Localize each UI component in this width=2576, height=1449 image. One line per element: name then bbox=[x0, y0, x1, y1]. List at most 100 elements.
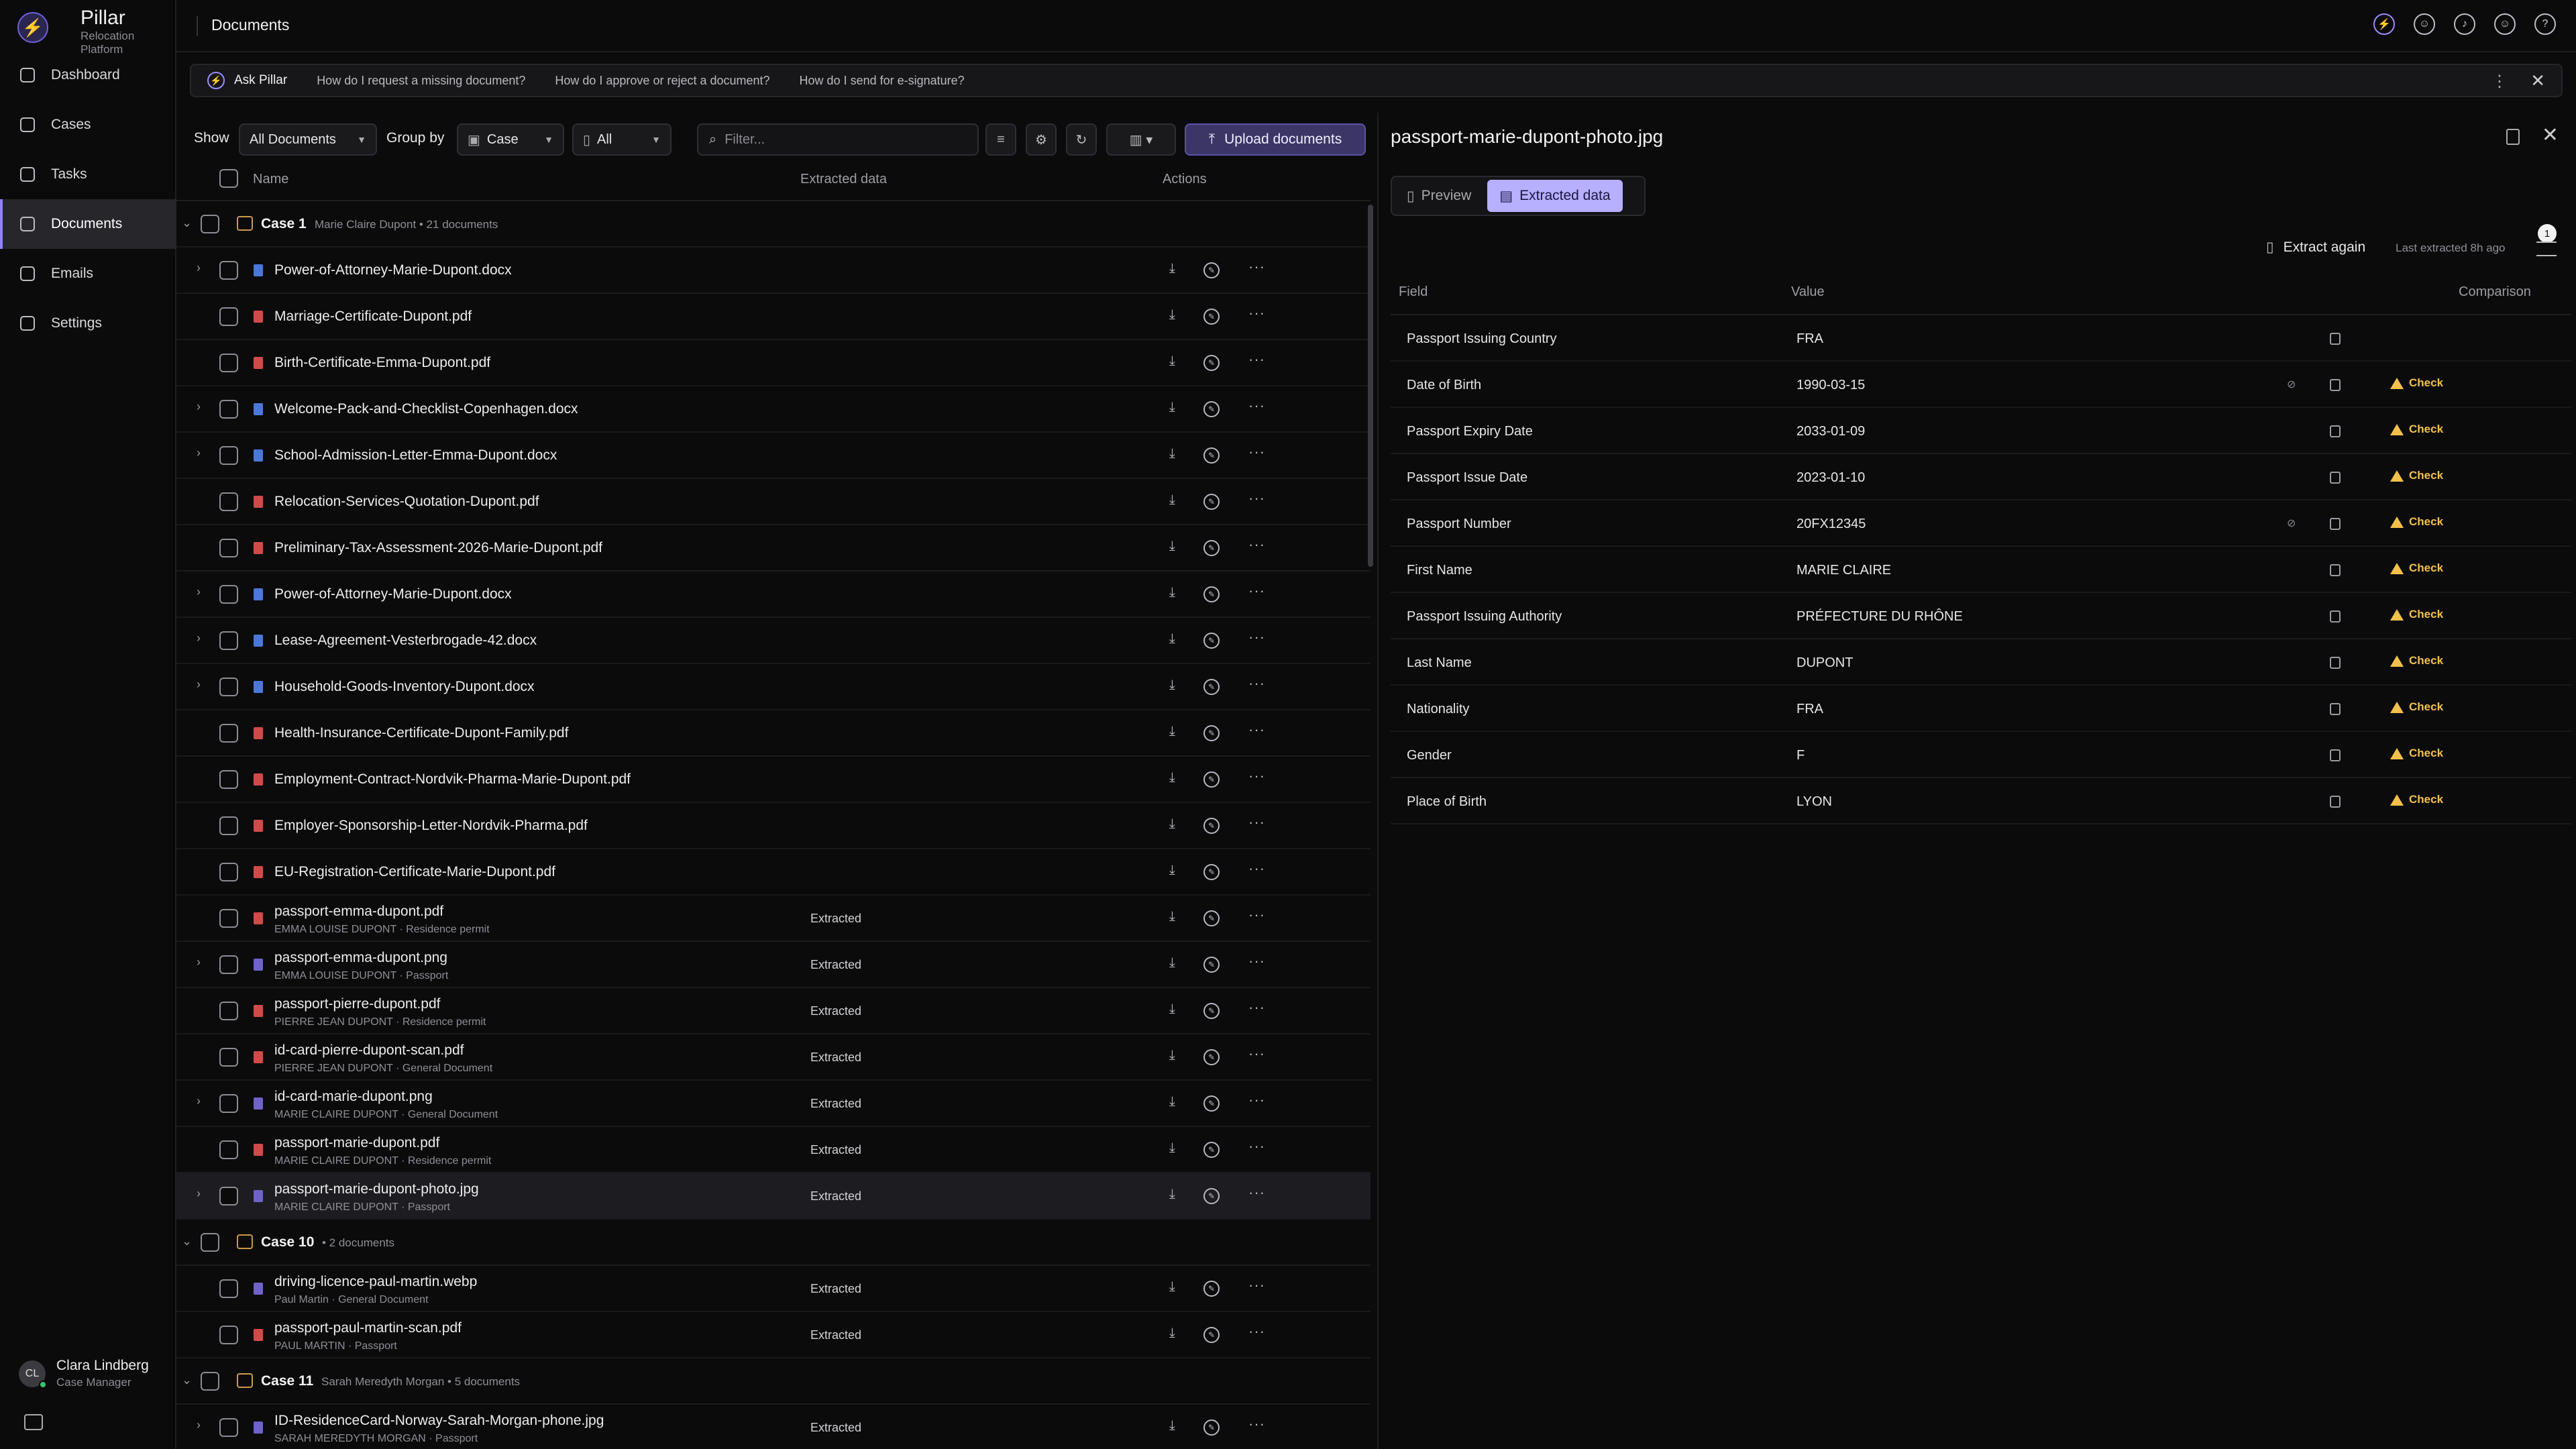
row-checkbox[interactable] bbox=[219, 955, 238, 974]
e-signature-icon[interactable]: ✎ bbox=[1203, 401, 1220, 417]
e-signature-icon[interactable]: ✎ bbox=[1203, 1003, 1220, 1019]
more-horizontal-icon[interactable]: ··· bbox=[1248, 1323, 1265, 1340]
more-horizontal-icon[interactable]: ··· bbox=[1248, 1184, 1265, 1201]
check-warning-button[interactable]: Check bbox=[2390, 608, 2443, 621]
more-horizontal-icon[interactable]: ··· bbox=[1248, 258, 1265, 276]
e-signature-icon[interactable]: ✎ bbox=[1203, 447, 1220, 464]
file-name[interactable]: ID-ResidenceCard-Norway-Sarah-Morgan-pho… bbox=[274, 1413, 604, 1429]
download-icon[interactable]: ⤓ bbox=[1169, 1187, 1175, 1202]
more-horizontal-icon[interactable]: ··· bbox=[1248, 767, 1265, 785]
row-checkbox[interactable] bbox=[219, 539, 238, 557]
row-checkbox[interactable] bbox=[219, 446, 238, 465]
field-value[interactable]: FRA bbox=[1796, 702, 1823, 717]
download-icon[interactable]: ⤓ bbox=[1169, 631, 1175, 647]
row-checkbox[interactable] bbox=[201, 1233, 219, 1252]
bell-icon[interactable]: ♪ bbox=[2454, 13, 2475, 35]
check-warning-button[interactable]: Check bbox=[2390, 376, 2443, 390]
ask-question-link[interactable]: How do I approve or reject a document? bbox=[555, 74, 769, 88]
file-name[interactable]: Household-Goods-Inventory-Dupont.docx bbox=[274, 679, 535, 695]
e-signature-icon[interactable]: ✎ bbox=[1203, 679, 1220, 695]
field-value[interactable]: FRA bbox=[1796, 331, 1823, 347]
smiley-icon[interactable]: ☺ bbox=[2494, 13, 2516, 35]
field-value[interactable]: F bbox=[1796, 748, 1805, 763]
table-row[interactable]: driving-licence-paul-martin.webp Paul Mar… bbox=[176, 1266, 1371, 1312]
file-name[interactable]: Preliminary-Tax-Assessment-2026-Marie-Du… bbox=[274, 540, 602, 556]
case-group-row[interactable]: ⌄ Case 11 Sarah Meredyth Morgan • 5 docume… bbox=[176, 1358, 1371, 1405]
chevron-right-icon[interactable]: › bbox=[197, 1187, 201, 1201]
table-scrollbar[interactable] bbox=[1368, 205, 1373, 567]
refresh-icon[interactable]: ↻ bbox=[1066, 123, 1097, 156]
download-icon[interactable]: ⤓ bbox=[1169, 539, 1175, 554]
download-icon[interactable]: ⤓ bbox=[1169, 307, 1175, 323]
file-name[interactable]: Power-of-Attorney-Marie-Dupont.docx bbox=[274, 262, 512, 278]
file-name[interactable]: Birth-Certificate-Emma-Dupont.pdf bbox=[274, 355, 490, 371]
chevron-right-icon[interactable]: › bbox=[197, 955, 201, 969]
chevron-right-icon[interactable]: › bbox=[197, 400, 201, 414]
check-warning-button[interactable]: Check bbox=[2390, 747, 2443, 760]
row-checkbox[interactable] bbox=[219, 1418, 238, 1437]
row-checkbox[interactable] bbox=[219, 1094, 238, 1113]
sliders-icon[interactable]: ⚙ bbox=[1026, 123, 1057, 156]
more-horizontal-icon[interactable]: ··· bbox=[1248, 1045, 1265, 1063]
row-checkbox[interactable] bbox=[219, 1326, 238, 1344]
e-signature-icon[interactable]: ✎ bbox=[1203, 771, 1220, 788]
more-horizontal-icon[interactable]: ··· bbox=[1248, 1138, 1265, 1155]
table-row[interactable]: › School-Admission-Letter-Emma-Dupont.doc… bbox=[176, 433, 1371, 479]
more-horizontal-icon[interactable]: ··· bbox=[1248, 1091, 1265, 1109]
file-name[interactable]: EU-Registration-Certificate-Marie-Dupont… bbox=[274, 864, 555, 880]
case-group-row[interactable]: ⌄ Case 10 • 2 documents bbox=[176, 1220, 1371, 1266]
ai-assistant-icon[interactable]: ⚡ bbox=[2373, 13, 2395, 35]
more-horizontal-icon[interactable]: ··· bbox=[1248, 629, 1265, 646]
file-name[interactable]: Relocation-Services-Quotation-Dupont.pdf bbox=[274, 494, 539, 510]
table-row[interactable]: passport-emma-dupont.pdf EMMA LOUISE DUPO… bbox=[176, 896, 1371, 942]
more-horizontal-icon[interactable]: ··· bbox=[1248, 999, 1265, 1016]
chevron-right-icon[interactable]: › bbox=[197, 446, 201, 460]
table-row[interactable]: Health-Insurance-Certificate-Dupont-Fami… bbox=[176, 710, 1371, 757]
sidebar-item-dashboard[interactable]: Dashboard bbox=[0, 50, 176, 100]
download-icon[interactable]: ⤓ bbox=[1169, 724, 1175, 739]
check-warning-button[interactable]: Check bbox=[2390, 654, 2443, 667]
table-row[interactable]: passport-paul-martin-scan.pdf PAUL MARTIN… bbox=[176, 1312, 1371, 1358]
more-horizontal-icon[interactable]: ··· bbox=[1248, 1415, 1265, 1433]
row-checkbox[interactable] bbox=[219, 492, 238, 511]
check-warning-button[interactable]: Check bbox=[2390, 793, 2443, 806]
e-signature-icon[interactable]: ✎ bbox=[1203, 818, 1220, 834]
chevron-right-icon[interactable]: › bbox=[197, 631, 201, 645]
help-icon[interactable]: ? bbox=[2534, 13, 2556, 35]
chevron-down-icon[interactable]: ⌄ bbox=[182, 1373, 192, 1387]
e-signature-icon[interactable]: ✎ bbox=[1203, 1188, 1220, 1204]
file-name[interactable]: passport-pierre-dupont.pdf bbox=[274, 996, 440, 1012]
row-checkbox[interactable] bbox=[219, 1140, 238, 1159]
more-horizontal-icon[interactable]: ··· bbox=[1248, 1277, 1265, 1294]
e-signature-icon[interactable]: ✎ bbox=[1203, 494, 1220, 510]
copy-icon[interactable] bbox=[2330, 518, 2341, 530]
more-horizontal-icon[interactable]: ··· bbox=[1248, 582, 1265, 600]
copy-icon[interactable] bbox=[2330, 703, 2341, 715]
table-row[interactable]: › Lease-Agreement-Vesterbrogade-42.docx ⤓ ✎… bbox=[176, 618, 1371, 664]
ask-pillar-label[interactable]: ⚡ Ask Pillar bbox=[207, 72, 287, 89]
show-select[interactable]: All Documents ▼ bbox=[239, 123, 377, 156]
row-checkbox[interactable] bbox=[219, 724, 238, 743]
table-row[interactable]: › passport-emma-dupont.png EMMA LOUISE DUP… bbox=[176, 942, 1371, 988]
download-icon[interactable]: ⤓ bbox=[1169, 955, 1175, 971]
e-signature-icon[interactable]: ✎ bbox=[1203, 1049, 1220, 1065]
copy-icon[interactable] bbox=[2330, 379, 2341, 391]
more-horizontal-icon[interactable]: ··· bbox=[1248, 860, 1265, 877]
file-name[interactable]: passport-emma-dupont.pdf bbox=[274, 904, 443, 920]
eye-off-icon[interactable]: ⊘ bbox=[2287, 378, 2296, 391]
download-icon[interactable]: ⤓ bbox=[1169, 816, 1175, 832]
pillar-logo-icon[interactable]: ⚡ bbox=[17, 12, 48, 43]
e-signature-icon[interactable]: ✎ bbox=[1203, 957, 1220, 973]
row-checkbox[interactable] bbox=[219, 400, 238, 419]
chevron-down-icon[interactable]: ⌄ bbox=[182, 1234, 192, 1248]
more-horizontal-icon[interactable]: ··· bbox=[1248, 953, 1265, 970]
more-horizontal-icon[interactable]: ··· bbox=[1248, 675, 1265, 692]
more-horizontal-icon[interactable]: ··· bbox=[1248, 490, 1265, 507]
table-row[interactable]: passport-marie-dupont.pdf MARIE CLAIRE DU… bbox=[176, 1127, 1371, 1173]
field-value[interactable]: LYON bbox=[1796, 794, 1832, 810]
e-signature-icon[interactable]: ✎ bbox=[1203, 633, 1220, 649]
more-horizontal-icon[interactable]: ··· bbox=[1248, 721, 1265, 739]
download-icon[interactable]: ⤓ bbox=[1169, 1094, 1175, 1110]
row-checkbox[interactable] bbox=[219, 678, 238, 696]
row-checkbox[interactable] bbox=[219, 770, 238, 789]
